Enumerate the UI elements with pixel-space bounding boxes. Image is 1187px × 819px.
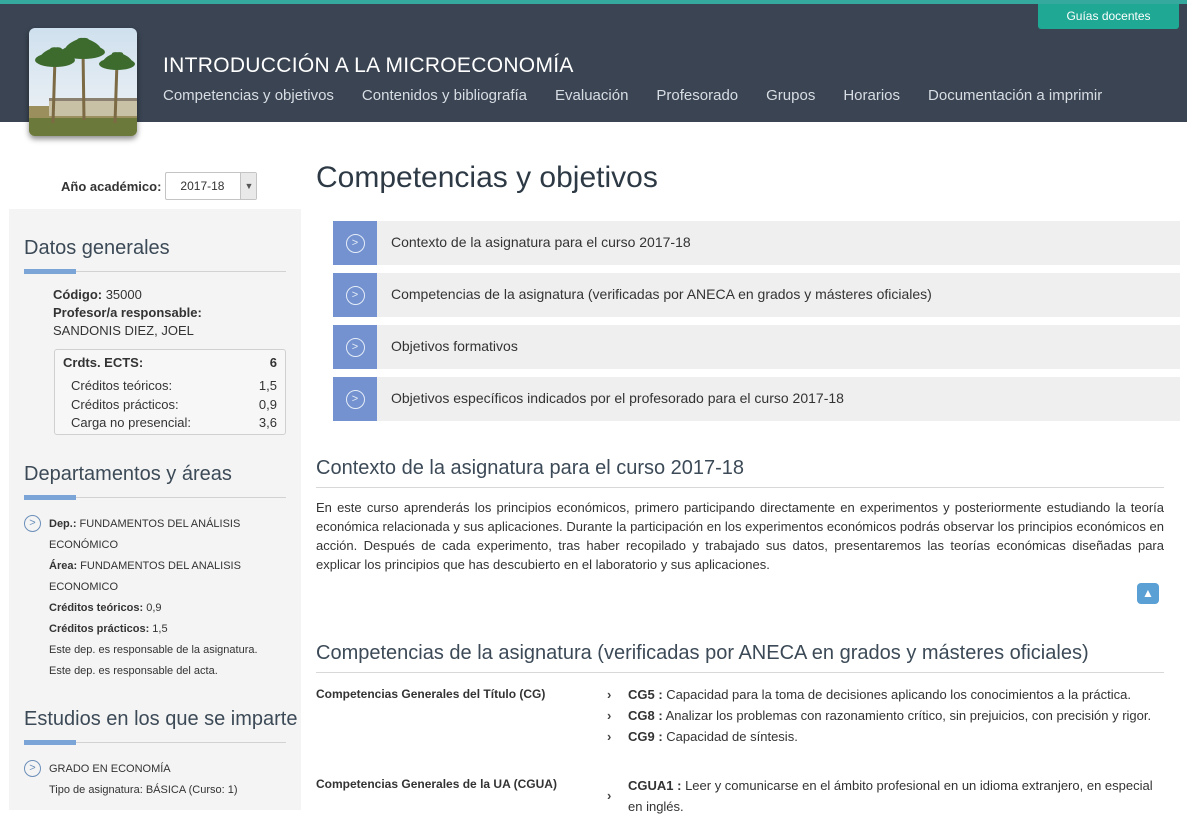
nav-competencias[interactable]: Competencias y objetivos: [163, 87, 334, 107]
list-item: › CG9 : Capacidad de síntesis.: [607, 726, 1164, 747]
chevron-right-icon: ›: [607, 687, 612, 702]
area-value-cont: ECONOMICO: [49, 581, 119, 593]
academic-year-row: Año académico: 2017-18 ▼: [61, 172, 258, 200]
academic-year-label: Año académico:: [61, 178, 162, 194]
list-item: › CG5 : Capacidad para la toma de decisi…: [607, 684, 1164, 705]
departamentos-heading: Departamentos y áreas: [24, 463, 232, 485]
estudio-name[interactable]: GRADO EN ECONOMÍA: [49, 759, 284, 780]
nav-contenidos[interactable]: Contenidos y bibliografía: [362, 87, 527, 107]
accordion-item-contexto[interactable]: > Contexto de la asignatura para el curs…: [333, 221, 1180, 265]
area-label: Área:: [49, 560, 78, 572]
competence-code: CG5 :: [628, 687, 663, 702]
ct-value: 0,9: [143, 602, 162, 614]
section-divider: [316, 672, 1164, 673]
subject-photo-logo: [29, 28, 137, 136]
nav-documentacion[interactable]: Documentación a imprimir: [928, 87, 1102, 107]
ects-value: 6: [269, 355, 277, 370]
ects-row-label: Créditos teóricos:: [71, 378, 173, 393]
cg-label: Competencias Generales del Título (CG): [316, 687, 546, 701]
profesor-label: Profesor/a responsable:: [53, 305, 202, 320]
dep-label: Dep.:: [49, 518, 77, 530]
subject-title: INTRODUCCIÓN A LA MICROECONOMÍA: [163, 54, 574, 77]
departamento-entry: > Dep.: FUNDAMENTOS DEL ANÁLISIS ECONÓMI…: [24, 514, 284, 682]
chevron-circle-icon: >: [333, 221, 377, 265]
guias-docentes-button[interactable]: Guías docentes: [1038, 4, 1179, 29]
contexto-heading: Contexto de la asignatura para el curso …: [316, 457, 745, 479]
competence-text: Analizar los problemas con razonamiento …: [662, 708, 1152, 723]
section-divider: [24, 740, 286, 745]
ects-label: Crdts. ECTS:: [63, 355, 144, 370]
accordion-item-objetivos-especificos[interactable]: > Objetivos específicos indicados por el…: [333, 377, 1180, 421]
main-nav: Competencias y objetivos Contenidos y bi…: [163, 87, 1102, 107]
accordion-item-objetivos[interactable]: > Objetivos formativos: [333, 325, 1180, 369]
chevron-circle-icon: >: [333, 325, 377, 369]
academic-year-value: 2017-18: [180, 179, 225, 193]
competence-code: CG8 :: [628, 708, 663, 723]
dep-value[interactable]: FUNDAMENTOS DEL ANÁLISIS: [77, 518, 241, 530]
estudio-tipo: Tipo de asignatura: BÁSICA (Curso: 1): [49, 784, 238, 796]
ects-row-value: 1,5: [258, 378, 277, 393]
accordion-label: Objetivos específicos indicados por el p…: [391, 390, 844, 406]
nav-evaluacion[interactable]: Evaluación: [555, 87, 628, 107]
back-to-top-button[interactable]: ▲: [1137, 583, 1159, 604]
chevron-down-icon: ▼: [240, 173, 257, 199]
nav-profesorado[interactable]: Profesorado: [656, 87, 738, 107]
accordion-label: Objetivos formativos: [391, 338, 518, 354]
chevron-circle-icon[interactable]: >: [24, 760, 41, 777]
chevron-right-icon: ›: [607, 729, 612, 744]
academic-year-select[interactable]: 2017-18 ▼: [165, 172, 258, 200]
section-divider: [316, 487, 1164, 488]
list-item: › CGUA1 : Leer y comunicarse en el ámbit…: [607, 775, 1164, 817]
cg-list: › CG5 : Capacidad para la toma de decisi…: [607, 684, 1164, 747]
competence-text: Capacidad para la toma de decisiones apl…: [662, 687, 1131, 702]
chevron-circle-icon: >: [333, 273, 377, 317]
page-title: Competencias y objetivos: [316, 161, 658, 194]
competence-text: Capacidad de síntesis.: [662, 729, 798, 744]
sidebar: Datos generales Código: 35000 Profesor/a…: [9, 209, 301, 810]
cp-value: 1,5: [149, 623, 168, 635]
nav-grupos[interactable]: Grupos: [766, 87, 815, 107]
competence-text: Leer y comunicarse en el ámbito profesio…: [628, 778, 1153, 814]
cgua-label: Competencias Generales de la UA (CGUA): [316, 777, 557, 791]
chevron-circle-icon: >: [333, 377, 377, 421]
area-value: FUNDAMENTOS DEL ANALISIS: [77, 560, 241, 572]
ects-row-value: 0,9: [258, 397, 277, 412]
competencias-heading: Competencias de la asignatura (verificad…: [316, 642, 1089, 664]
competence-code: CGUA1 :: [628, 778, 682, 793]
chevron-right-icon: ›: [607, 788, 612, 803]
dep-note: Este dep. es responsable de la asignatur…: [49, 644, 258, 656]
cgua-list: › CGUA1 : Leer y comunicarse en el ámbit…: [607, 775, 1164, 817]
datos-generales-info: Código: 35000 Profesor/a responsable: SA…: [53, 286, 202, 340]
list-item: › CG8 : Analizar los problemas con razon…: [607, 705, 1164, 726]
dep-note: Este dep. es responsable del acta.: [49, 665, 218, 677]
ects-row-value: 3,6: [258, 415, 277, 430]
estudios-heading: Estudios en los que se imparte: [24, 708, 298, 730]
contexto-paragraph: En este curso aprenderás los principios …: [316, 500, 1164, 572]
accordion-label: Competencias de la asignatura (verificad…: [391, 286, 932, 302]
competence-code: CG9 :: [628, 729, 663, 744]
ct-label: Créditos teóricos:: [49, 602, 144, 614]
chevron-circle-icon[interactable]: >: [24, 515, 41, 532]
estudio-entry: > GRADO EN ECONOMÍA Tipo de asignatura: …: [24, 759, 284, 801]
codigo-value: 35000: [102, 287, 142, 302]
datos-generales-heading: Datos generales: [24, 237, 170, 259]
dep-value-cont: ECONÓMICO: [49, 539, 119, 551]
accordion-label: Contexto de la asignatura para el curso …: [391, 234, 691, 250]
ects-row-label: Carga no presencial:: [71, 415, 191, 430]
codigo-label: Código:: [53, 287, 103, 302]
cp-label: Créditos prácticos:: [49, 623, 150, 635]
profesor-value: SANDONIS DIEZ, JOEL: [53, 323, 194, 338]
ects-box: Crdts. ECTS: 6 Créditos teóricos: 1,5 Cr…: [54, 349, 286, 435]
accordion-item-competencias[interactable]: > Competencias de la asignatura (verific…: [333, 273, 1180, 317]
chevron-right-icon: ›: [607, 708, 612, 723]
section-divider: [24, 495, 286, 500]
nav-horarios[interactable]: Horarios: [843, 87, 900, 107]
ects-row-label: Créditos prácticos:: [71, 397, 179, 412]
section-divider: [24, 269, 286, 274]
